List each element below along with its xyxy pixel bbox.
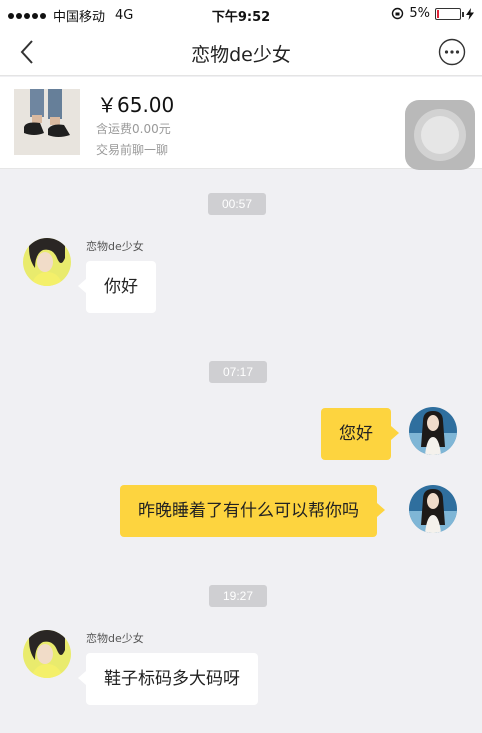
product-price: ￥65.00 [97,93,175,117]
shipping-info: 含运费0.00元 [96,122,171,136]
timestamp: 07:17 [209,361,268,383]
more-icon[interactable] [438,38,466,66]
avatar[interactable] [23,630,71,678]
assistive-touch-button[interactable] [405,100,475,170]
avatar[interactable] [409,407,457,455]
status-bar: 中国移动 4G 下午9:52 5% [0,0,482,28]
timestamp: 19:27 [209,585,268,607]
message-bubble[interactable]: 您好 [321,408,399,460]
battery-icon [435,7,464,20]
avatar[interactable] [23,238,71,286]
timestamp: 00:57 [208,193,267,215]
charging-icon [466,7,474,20]
orientation-lock-icon [392,7,404,20]
avatar[interactable] [409,485,457,533]
message-bubble[interactable]: 昨晚睡着了有什么可以帮你吗 [120,485,385,537]
message-bubble[interactable]: 鞋子标码多大码呀 [78,653,258,705]
product-image[interactable] [14,89,80,155]
battery-percent: 5% [409,6,430,21]
page-title: 恋物de少女 [191,44,291,66]
sender-name: 恋物de少女 [86,632,144,645]
message-bubble[interactable]: 你好 [78,261,156,313]
nav-bar: 恋物de少女 [0,28,482,76]
sender-name: 恋物de少女 [86,240,144,253]
chat-tip: 交易前聊一聊 [96,143,169,157]
